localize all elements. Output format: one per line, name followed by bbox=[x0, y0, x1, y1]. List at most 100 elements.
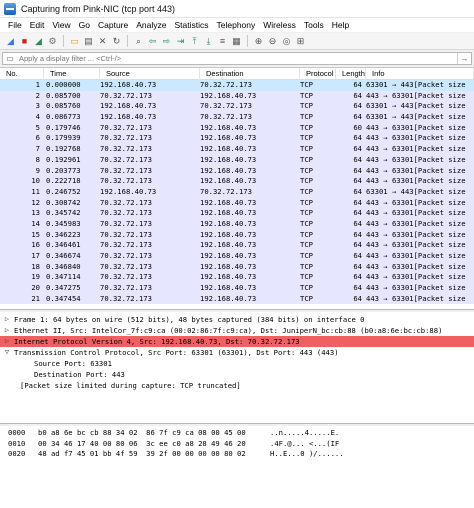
packet-row[interactable]: 17 0.346674 70.32.72.173 192.168.40.73 TCP 64… bbox=[0, 251, 474, 262]
detail-text: Frame 1: 64 bytes on wire (512 bits), 48… bbox=[14, 315, 365, 324]
detail-row[interactable]: Source Port: 63301 bbox=[0, 358, 474, 369]
column-header-no[interactable]: No. bbox=[0, 68, 44, 80]
packet-row[interactable]: 4 0.086773 192.168.40.73 70.32.72.173 TCP 64 6… bbox=[0, 112, 474, 123]
detail-row[interactable]: ▷ Ethernet II, Src: IntelCor_7f:c9:ca (00… bbox=[0, 325, 474, 336]
packet-length: 64 bbox=[353, 112, 362, 122]
display-filter-input[interactable] bbox=[17, 53, 457, 64]
menu-wireless[interactable]: Wireless bbox=[259, 20, 300, 30]
go-forward-icon[interactable]: ⇨ bbox=[160, 35, 173, 48]
menu-tools[interactable]: Tools bbox=[300, 20, 328, 30]
menu-telephony[interactable]: Telephony bbox=[213, 20, 260, 30]
packet-row[interactable]: 21 0.347454 70.32.72.173 192.168.40.73 TCP 64… bbox=[0, 293, 474, 305]
expand-arrow-icon[interactable]: ▷ bbox=[0, 325, 14, 336]
column-header-info[interactable]: Info bbox=[366, 68, 474, 80]
packet-destination: 192.168.40.73 bbox=[200, 197, 257, 207]
menu-go[interactable]: Go bbox=[75, 20, 94, 30]
packet-row[interactable]: 11 0.246752 192.168.40.73 70.32.72.173 TCP 64… bbox=[0, 186, 474, 198]
last-packet-icon[interactable]: ⤓ bbox=[202, 35, 215, 48]
menu-file[interactable]: File bbox=[4, 20, 26, 30]
open-file-icon[interactable]: ▭ bbox=[68, 35, 81, 48]
packet-protocol: TCP bbox=[300, 165, 313, 175]
detail-text: Internet Protocol Version 4, Src: 192.16… bbox=[14, 337, 300, 346]
detail-row[interactable]: ▽ Transmission Control Protocol, Src Port… bbox=[0, 347, 474, 358]
bytes-row[interactable]: 0020 48 ad f7 45 01 bb 4f 59 39 2f 00 00 … bbox=[0, 449, 474, 460]
wireshark-app-icon bbox=[4, 2, 16, 15]
packet-protocol: TCP bbox=[300, 229, 313, 239]
packet-row[interactable]: 1 0.000000 192.168.40.73 70.32.72.173 TCP 64 6… bbox=[0, 80, 474, 91]
apply-filter-arrow-icon[interactable]: → bbox=[457, 53, 471, 64]
detail-row[interactable]: ▷ Internet Protocol Version 4, Src: 192.1… bbox=[0, 336, 474, 347]
packet-protocol: TCP bbox=[300, 261, 313, 271]
menu-analyze[interactable]: Analyze bbox=[132, 20, 170, 30]
expand-arrow-icon[interactable]: ▷ bbox=[0, 336, 14, 347]
packet-row[interactable]: 7 0.192768 70.32.72.173 192.168.40.73 TCP 64 4… bbox=[0, 144, 474, 155]
packet-row[interactable]: 13 0.345742 70.32.72.173 192.168.40.73 TCP 64… bbox=[0, 208, 474, 219]
stop-capture-icon[interactable]: ■ bbox=[18, 35, 31, 48]
packet-row[interactable]: 3 0.085760 192.168.40.73 70.32.72.173 TCP 64 6… bbox=[0, 101, 474, 113]
packet-time: 0.246752 bbox=[46, 186, 81, 196]
bytes-row[interactable]: 0000 b0 a8 6e bc cb 88 34 02 86 7f c9 ca … bbox=[0, 428, 474, 439]
packet-destination: 192.168.40.73 bbox=[200, 90, 257, 100]
packet-row[interactable]: 9 0.203773 70.32.72.173 192.168.40.73 TCP 64 4… bbox=[0, 165, 474, 177]
menu-help[interactable]: Help bbox=[328, 20, 353, 30]
packet-row[interactable]: 19 0.347114 70.32.72.173 192.168.40.73 TCP 64… bbox=[0, 272, 474, 284]
normal-size-icon[interactable]: ◎ bbox=[280, 35, 293, 48]
filter-bookmark-icon[interactable]: ▭ bbox=[3, 53, 17, 64]
packet-protocol: TCP bbox=[300, 122, 313, 132]
packet-source: 70.32.72.173 bbox=[100, 283, 152, 293]
shark-fin-start-icon[interactable]: ◢ bbox=[4, 35, 17, 48]
menu-view[interactable]: View bbox=[48, 20, 74, 30]
packet-time: 0.000000 bbox=[46, 80, 81, 89]
capture-options-icon[interactable]: ⚙ bbox=[46, 35, 59, 48]
packet-row[interactable]: 14 0.345983 70.32.72.173 192.168.40.73 TCP 64… bbox=[0, 218, 474, 230]
reload-icon[interactable]: ↻ bbox=[110, 35, 123, 48]
go-to-packet-icon[interactable]: ⇥ bbox=[174, 35, 187, 48]
packet-row[interactable]: 10 0.222718 70.32.72.173 192.168.40.73 TCP 64… bbox=[0, 176, 474, 187]
colorize-icon[interactable]: ▦ bbox=[230, 35, 243, 48]
column-header-destination[interactable]: Destination bbox=[200, 68, 300, 80]
bytes-row[interactable]: 0010 00 34 46 17 40 00 80 06 3c ee c0 a8 … bbox=[0, 439, 474, 450]
column-header-time[interactable]: Time bbox=[44, 68, 100, 80]
expand-arrow-icon[interactable]: ▷ bbox=[0, 314, 14, 325]
first-packet-icon[interactable]: ⤒ bbox=[188, 35, 201, 48]
column-header-source[interactable]: Source bbox=[100, 68, 200, 80]
packet-destination: 192.168.40.73 bbox=[200, 229, 257, 239]
packet-source: 70.32.72.173 bbox=[100, 144, 152, 154]
zoom-out-icon[interactable]: ⊖ bbox=[266, 35, 279, 48]
packet-destination: 192.168.40.73 bbox=[200, 165, 257, 175]
detail-row[interactable]: Destination Port: 443 bbox=[0, 369, 474, 380]
packet-row[interactable]: 12 0.308742 70.32.72.173 192.168.40.73 TCP 64… bbox=[0, 197, 474, 209]
detail-text: [Packet size limited during capture: TCP… bbox=[20, 381, 241, 390]
packet-row[interactable]: 8 0.192961 70.32.72.173 192.168.40.73 TCP 64 4… bbox=[0, 154, 474, 166]
menu-edit[interactable]: Edit bbox=[26, 20, 49, 30]
zoom-in-icon[interactable]: ⊕ bbox=[252, 35, 265, 48]
packet-row[interactable]: 2 0.085700 70.32.72.173 192.168.40.73 TCP 64 4… bbox=[0, 90, 474, 102]
packet-time: 0.192768 bbox=[46, 144, 81, 154]
packet-row[interactable]: 5 0.179746 70.32.72.173 192.168.40.73 TCP 60 4… bbox=[0, 122, 474, 134]
save-file-icon[interactable]: ▤ bbox=[82, 35, 95, 48]
close-file-icon[interactable]: ✕ bbox=[96, 35, 109, 48]
packet-protocol: TCP bbox=[300, 272, 313, 282]
auto-scroll-icon[interactable]: ≡ bbox=[216, 35, 229, 48]
detail-row[interactable]: ▷ Frame 1: 64 bytes on wire (512 bits), 4… bbox=[0, 314, 474, 325]
column-header-length[interactable]: Length bbox=[336, 68, 366, 80]
packet-row[interactable]: 15 0.346223 70.32.72.173 192.168.40.73 TCP 64… bbox=[0, 229, 474, 241]
find-packet-icon[interactable]: ⌕ bbox=[132, 35, 145, 48]
packet-time: 0.347275 bbox=[46, 283, 81, 293]
packet-row[interactable]: 16 0.346461 70.32.72.173 192.168.40.73 TCP 64… bbox=[0, 240, 474, 251]
packet-destination: 192.168.40.73 bbox=[200, 133, 257, 143]
collapse-arrow-icon[interactable]: ▽ bbox=[0, 347, 14, 358]
packet-row[interactable]: 18 0.346840 70.32.72.173 192.168.40.73 TCP 64… bbox=[0, 261, 474, 273]
packet-row[interactable]: 20 0.347275 70.32.72.173 192.168.40.73 TCP 64… bbox=[0, 283, 474, 294]
menu-statistics[interactable]: Statistics bbox=[170, 20, 212, 30]
packet-source: 70.32.72.173 bbox=[100, 251, 152, 260]
resize-columns-icon[interactable]: ⊞ bbox=[294, 35, 307, 48]
detail-row[interactable]: [Packet size limited during capture: TCP… bbox=[0, 380, 474, 391]
column-header-protocol[interactable]: Protocol bbox=[300, 68, 336, 80]
packet-source: 70.32.72.173 bbox=[100, 122, 152, 132]
restart-capture-icon[interactable]: ◢ bbox=[32, 35, 45, 48]
packet-no: 11 bbox=[31, 186, 40, 196]
menu-capture[interactable]: Capture bbox=[94, 20, 132, 30]
go-back-icon[interactable]: ⇦ bbox=[146, 35, 159, 48]
packet-row[interactable]: 6 0.179939 70.32.72.173 192.168.40.73 TCP 64 4… bbox=[0, 133, 474, 145]
